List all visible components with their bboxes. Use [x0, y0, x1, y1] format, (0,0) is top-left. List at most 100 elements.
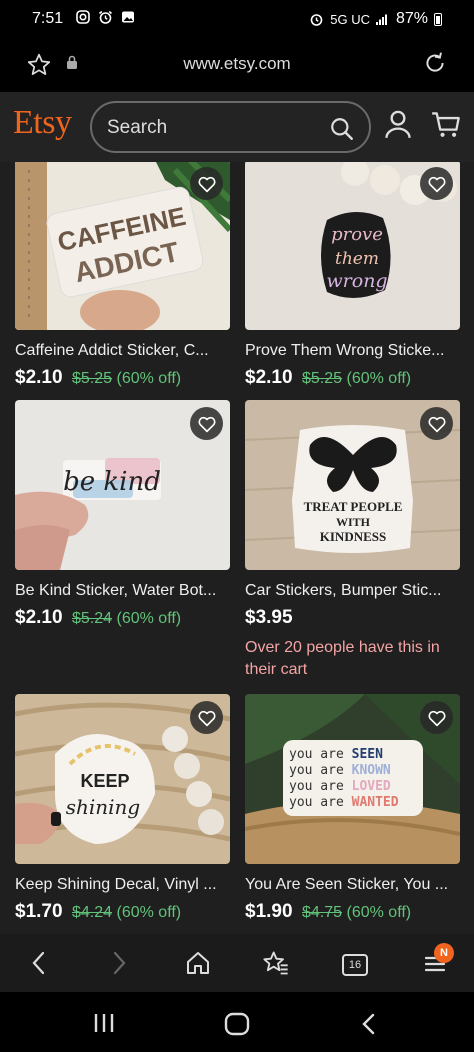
- price-line: $2.10 $5.25 (60% off): [15, 367, 230, 389]
- listing-price: $3.95: [245, 607, 293, 628]
- price-line: $2.10 $5.25 (60% off): [245, 367, 460, 389]
- original-price: $5.24: [72, 610, 113, 627]
- back-arrow-icon[interactable]: [28, 949, 50, 977]
- favorite-button[interactable]: [190, 167, 223, 200]
- original-price: $5.25: [302, 370, 343, 387]
- listing-image[interactable]: be kind: [15, 400, 230, 570]
- favorite-button[interactable]: [420, 701, 453, 734]
- system-home-icon[interactable]: [224, 1012, 250, 1036]
- discount: (60% off): [346, 370, 412, 387]
- status-left-icons: [76, 10, 135, 25]
- svg-text:you are LOVED: you are LOVED: [289, 779, 391, 794]
- browser-url-bar: www.etsy.com: [0, 40, 474, 92]
- svg-text:wrong: wrong: [326, 270, 387, 292]
- listing-title[interactable]: You Are Seen Sticker, You ...: [245, 876, 460, 894]
- sticker-text: you are SEEN: [289, 747, 383, 762]
- listing-image[interactable]: prove them wrong: [245, 162, 460, 330]
- favorite-button[interactable]: [420, 407, 453, 440]
- tabs-button[interactable]: 16: [342, 954, 368, 976]
- signal-icon: [375, 14, 387, 25]
- original-price: $5.25: [72, 370, 113, 387]
- network-type: 5G UC: [330, 11, 370, 27]
- search-input[interactable]: Search: [90, 101, 371, 153]
- svg-text:you are WANTED: you are WANTED: [289, 795, 399, 810]
- sticker-text: be kind: [63, 467, 161, 497]
- browser-bottom-nav: 16: [0, 934, 474, 992]
- favorite-button[interactable]: [420, 167, 453, 200]
- gallery-icon: [122, 11, 134, 23]
- system-nav-bar: [0, 992, 474, 1052]
- system-back-icon[interactable]: [358, 1012, 380, 1036]
- discount: (60% off): [116, 370, 182, 387]
- account-icon[interactable]: [384, 109, 412, 139]
- listing-image[interactable]: TREAT PEOPLE WITH KINDNESS: [245, 400, 460, 570]
- listing-card[interactable]: prove them wrong Prove Them Wrong Sticke…: [245, 162, 460, 389]
- discount: (60% off): [346, 904, 412, 921]
- alarm-icon: [98, 10, 113, 24]
- heart-icon: [428, 416, 445, 432]
- svg-text:you are KNOWN: you are KNOWN: [289, 763, 391, 778]
- listing-grid: CAFFEINE ADDICT Caffeine Addict Sticker,…: [0, 162, 474, 934]
- discount: (60% off): [116, 904, 182, 921]
- status-time: 7:51: [32, 10, 64, 27]
- svg-text:shining: shining: [66, 795, 141, 819]
- cart-icon[interactable]: [431, 111, 461, 139]
- etsy-logo[interactable]: Etsy: [13, 104, 72, 142]
- url-text[interactable]: www.etsy.com: [0, 54, 474, 74]
- heart-icon: [198, 416, 215, 432]
- price-line: $1.90 $4.75 (60% off): [245, 901, 460, 923]
- listing-image[interactable]: you are SEEN you are KNOWN you are LOVED…: [245, 694, 460, 864]
- favorite-button[interactable]: [190, 701, 223, 734]
- listing-image[interactable]: CAFFEINE ADDICT: [15, 162, 230, 330]
- sticker-text: TREAT PEOPLE: [304, 499, 403, 514]
- listing-title[interactable]: Prove Them Wrong Sticke...: [245, 342, 460, 360]
- favorite-button[interactable]: [190, 407, 223, 440]
- listing-card[interactable]: TREAT PEOPLE WITH KINDNESS Car Stickers,…: [245, 400, 460, 681]
- cart-popularity-note: Over 20 people have this in their cart: [245, 639, 440, 678]
- search-icon[interactable]: [329, 116, 355, 142]
- svg-text:KINDNESS: KINDNESS: [320, 529, 386, 544]
- listing-price: $2.10: [245, 367, 293, 388]
- battery-percent: 87%: [395, 10, 428, 27]
- price-line: $1.70 $4.24 (60% off): [15, 901, 230, 923]
- status-bar: 7:51 5G UC 87%: [0, 0, 474, 40]
- listing-price: $2.10: [15, 367, 63, 388]
- listing-card[interactable]: CAFFEINE ADDICT Caffeine Addict Sticker,…: [15, 162, 230, 389]
- listing-card[interactable]: KEEP shining Keep Shining Decal, Vinyl .…: [15, 694, 230, 923]
- price-line: $3.95: [245, 607, 460, 629]
- alarm-icon: [310, 13, 323, 26]
- heart-icon: [198, 176, 215, 192]
- listing-image[interactable]: KEEP shining: [15, 694, 230, 864]
- listing-card[interactable]: you are SEEN you are KNOWN you are LOVED…: [245, 694, 460, 923]
- svg-text:them: them: [335, 249, 379, 269]
- search-placeholder: Search: [107, 117, 168, 138]
- battery-icon: [434, 12, 442, 26]
- listing-price: $1.70: [15, 901, 63, 922]
- instagram-icon: [76, 10, 90, 24]
- home-icon[interactable]: [185, 949, 211, 977]
- heart-icon: [428, 710, 445, 726]
- listing-title[interactable]: Be Kind Sticker, Water Bot...: [15, 582, 230, 600]
- menu-notification-badge: N: [434, 943, 454, 963]
- heart-icon: [198, 710, 215, 726]
- price-line: $2.10 $5.24 (60% off): [15, 607, 230, 629]
- recent-apps-icon[interactable]: [92, 1012, 116, 1034]
- sticker-text: prove: [331, 224, 383, 245]
- tabs-count: 16: [348, 959, 362, 971]
- listing-price: $2.10: [15, 607, 63, 628]
- bookmarks-icon[interactable]: [262, 949, 290, 977]
- reload-icon[interactable]: [422, 50, 448, 76]
- listing-title[interactable]: Car Stickers, Bumper Stic...: [245, 582, 460, 600]
- etsy-header: Etsy Search: [0, 92, 474, 162]
- sticker-text: KEEP: [80, 771, 129, 791]
- listing-title[interactable]: Caffeine Addict Sticker, C...: [15, 342, 230, 360]
- original-price: $4.24: [72, 904, 113, 921]
- original-price: $4.75: [302, 904, 343, 921]
- discount: (60% off): [116, 610, 182, 627]
- svg-text:WITH: WITH: [336, 515, 371, 529]
- listing-title[interactable]: Keep Shining Decal, Vinyl ...: [15, 876, 230, 894]
- heart-icon: [428, 176, 445, 192]
- listing-card[interactable]: be kind Be Kind Sticker, Water Bot... $2…: [15, 400, 230, 629]
- forward-arrow-icon[interactable]: [108, 949, 130, 977]
- status-right: 5G UC 87%: [309, 10, 442, 28]
